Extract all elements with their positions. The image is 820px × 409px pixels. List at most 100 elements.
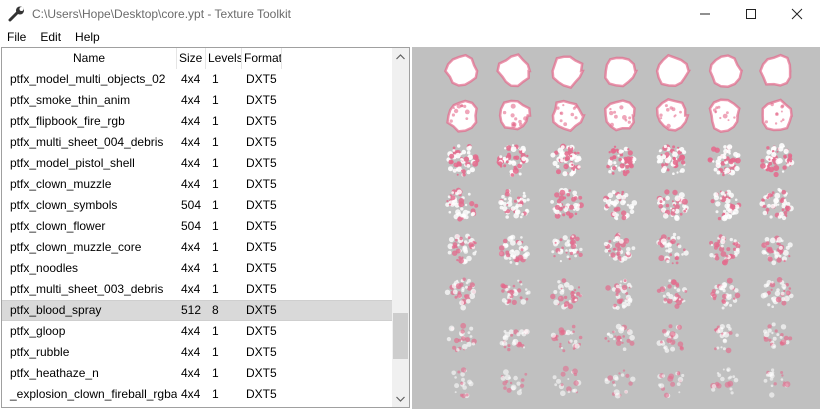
- cell-format: DXT5: [246, 324, 277, 338]
- cell-levels: 1: [212, 156, 219, 170]
- cell-format: DXT5: [246, 387, 277, 401]
- sprite-frame: [709, 234, 741, 266]
- close-button[interactable]: [774, 0, 820, 28]
- sprite-frame: [443, 53, 479, 87]
- cell-name: ptfx_smoke_thin_anim: [10, 93, 131, 107]
- sprite-frame: [655, 98, 690, 132]
- cell-levels: 1: [212, 240, 219, 254]
- cell-format: DXT5: [246, 219, 277, 233]
- scroll-down-button[interactable]: [392, 390, 409, 407]
- cell-name: ptfx_heathaze_n: [10, 366, 99, 380]
- cell-name: ptfx_clown_symbols: [10, 198, 118, 212]
- texture-list[interactable]: Name Size Levels Format ptfx_model_multi…: [1, 47, 410, 408]
- table-row[interactable]: ptfx_model_pistol_shell 4x4 1 DXT5: [2, 153, 393, 174]
- sprite-frame: [606, 145, 637, 177]
- table-row[interactable]: _explosion_clown_fireball_rgba 4x4 1 DXT5: [2, 384, 393, 405]
- cell-format: DXT5: [246, 240, 277, 254]
- cell-name: ptfx_noodles: [10, 261, 79, 275]
- cell-size: 4x4: [181, 387, 201, 401]
- cell-size: 4x4: [181, 135, 201, 149]
- cell-format: DXT5: [246, 345, 277, 359]
- cell-levels: 1: [212, 198, 219, 212]
- cell-size: 4x4: [181, 324, 201, 338]
- cell-levels: 1: [212, 282, 219, 296]
- column-header-size[interactable]: Size: [177, 48, 206, 69]
- cell-name: ptfx_model_pistol_shell: [10, 156, 135, 170]
- sprite-frame: [500, 369, 528, 396]
- sprite-frame: [759, 187, 794, 221]
- cell-name: ptfx_multi_sheet_003_debris: [10, 282, 164, 296]
- sprite-frame: [551, 55, 585, 90]
- sprite-frame: [604, 323, 635, 352]
- cell-format: DXT5: [246, 198, 277, 212]
- table-row[interactable]: ptfx_smoke_thin_anim 4x4 1 DXT5: [2, 90, 393, 111]
- sprite-frame: [552, 365, 582, 397]
- sprite-frame: [713, 323, 739, 354]
- cell-levels: 8: [212, 303, 219, 317]
- table-row[interactable]: ptfx_multi_sheet_004_debris 4x4 1 DXT5: [2, 132, 393, 153]
- cell-name: ptfx_rubble: [10, 345, 70, 359]
- list-header: Name Size Levels Format: [2, 48, 393, 69]
- table-row[interactable]: ptfx_clown_symbols 504 1 DXT5: [2, 195, 393, 216]
- chevron-up-icon: [396, 53, 405, 59]
- sprite-frame: [761, 98, 794, 132]
- menu-file[interactable]: File: [0, 28, 33, 47]
- sprite-frame: [499, 328, 530, 352]
- cell-format: DXT5: [246, 303, 277, 317]
- cell-size: 512: [181, 303, 202, 317]
- sprite-frame: [763, 322, 793, 349]
- cell-format: DXT5: [246, 261, 277, 275]
- menu-edit[interactable]: Edit: [33, 28, 68, 47]
- column-header-format[interactable]: Format: [242, 48, 282, 69]
- cell-format: DXT5: [246, 135, 277, 149]
- scroll-up-button[interactable]: [392, 48, 409, 65]
- table-row[interactable]: ptfx_flipbook_fire_rgb 4x4 1 DXT5: [2, 111, 393, 132]
- cell-name: ptfx_multi_sheet_004_debris: [10, 135, 164, 149]
- cell-format: DXT5: [246, 93, 277, 107]
- sprite-frame: [708, 98, 741, 133]
- sprite-frame: [604, 369, 636, 399]
- sprite-frame: [550, 187, 584, 219]
- table-row[interactable]: ptfx_gloop 4x4 1 DXT5: [2, 321, 393, 342]
- cell-size: 4x4: [181, 114, 201, 128]
- table-row[interactable]: ptfx_rubble 4x4 1 DXT5: [2, 342, 393, 363]
- cell-format: DXT5: [246, 177, 277, 191]
- cell-format: DXT5: [246, 72, 277, 86]
- cell-size: 4x4: [181, 261, 201, 275]
- sprite-frame: [761, 235, 793, 266]
- maximize-button[interactable]: [728, 0, 774, 28]
- cell-size: 4x4: [181, 177, 201, 191]
- cell-name: ptfx_clown_muzzle_core: [10, 240, 142, 254]
- minimize-button[interactable]: [682, 0, 728, 28]
- sprite-frame: [498, 234, 530, 266]
- cell-size: 4x4: [181, 366, 201, 380]
- vertical-scrollbar[interactable]: [392, 48, 409, 407]
- list-rows: ptfx_model_multi_objects_02 4x4 1 DXT5 ptfx_…: [2, 69, 393, 405]
- cell-name: _explosion_clown_fireball_rgba: [10, 387, 177, 401]
- table-row[interactable]: ptfx_noodles 4x4 1 DXT5: [2, 258, 393, 279]
- sprite-frame: [446, 322, 477, 353]
- cell-size: 4x4: [181, 282, 201, 296]
- sprite-frame: [656, 144, 687, 175]
- table-row[interactable]: ptfx_heathaze_n 4x4 1 DXT5: [2, 363, 393, 384]
- table-row[interactable]: ptfx_clown_muzzle 4x4 1 DXT5: [2, 174, 393, 195]
- sprite-frame: [446, 99, 478, 133]
- sprite-frame: [451, 367, 474, 399]
- sprite-frame: [603, 232, 636, 263]
- table-row[interactable]: ptfx_blood_spray 512 8 DXT5: [2, 300, 393, 321]
- sprite-frame: [655, 53, 692, 87]
- scrollbar-thumb[interactable]: [393, 313, 408, 359]
- table-row[interactable]: ptfx_clown_flower 504 1 DXT5: [2, 216, 393, 237]
- title-bar: C:\Users\Hope\Desktop\core.ypt - Texture…: [0, 0, 820, 28]
- column-header-name[interactable]: Name: [2, 48, 177, 69]
- cell-name: ptfx_model_multi_objects_02: [10, 72, 166, 86]
- cell-levels: 1: [212, 261, 219, 275]
- cell-size: 4x4: [181, 156, 201, 170]
- table-row[interactable]: ptfx_clown_muzzle_core 4x4 1 DXT5: [2, 237, 393, 258]
- table-row[interactable]: ptfx_model_multi_objects_02 4x4 1 DXT5: [2, 69, 393, 90]
- table-row[interactable]: ptfx_multi_sheet_003_debris 4x4 1 DXT5: [2, 279, 393, 300]
- column-header-levels[interactable]: Levels: [206, 48, 242, 69]
- menu-help[interactable]: Help: [68, 28, 107, 47]
- sprite-frame: [550, 278, 583, 310]
- cell-levels: 1: [212, 177, 219, 191]
